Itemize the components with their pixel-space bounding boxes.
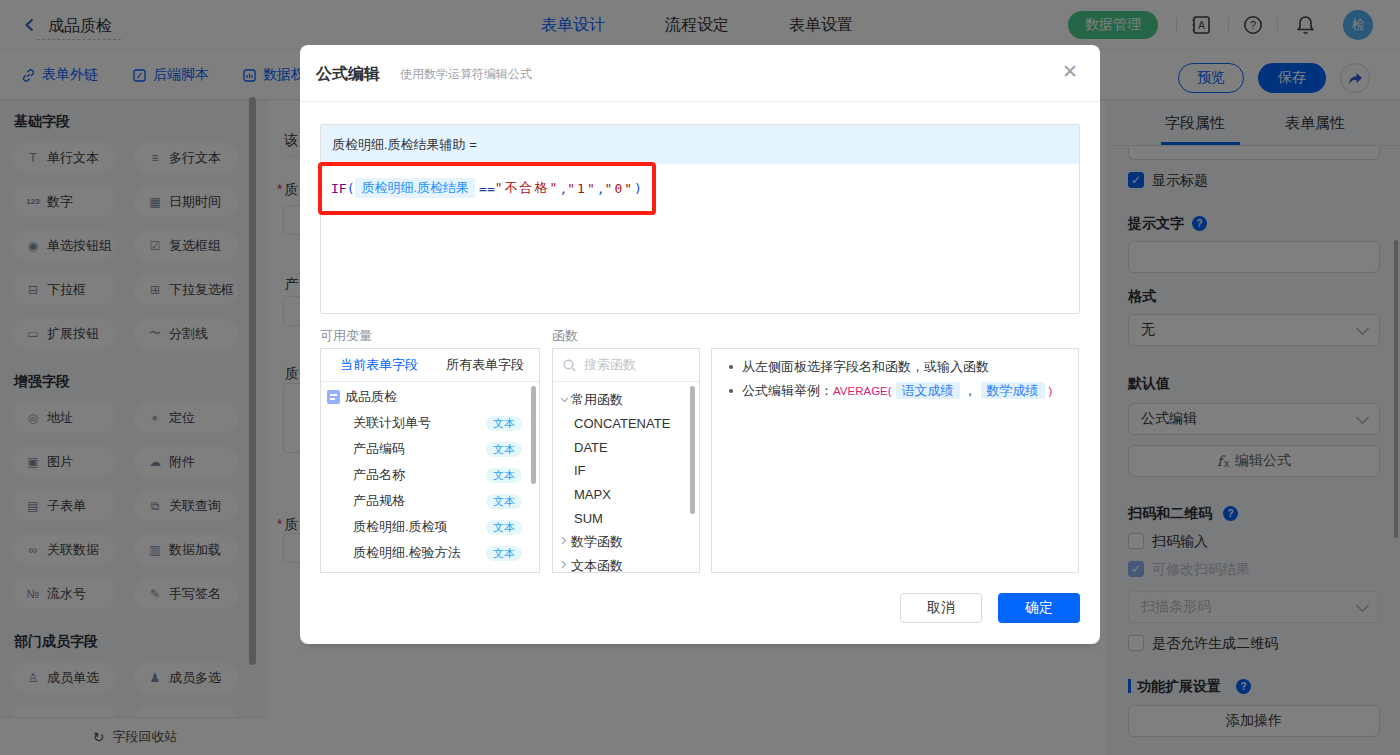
bullet [729,365,733,369]
function-group[interactable]: 文本函数 [553,554,699,578]
field-type-badge: 文本 [486,442,522,457]
tree-field[interactable]: 产品编码文本 [321,436,539,462]
function-search[interactable]: 搜索函数 [553,349,699,382]
variables-tab-1[interactable]: 当前表单字段 [340,356,418,374]
bullet [729,389,733,393]
formula-target: 质检明细.质检结果辅助 = [321,125,1079,164]
tree-root[interactable]: 成品质检 [321,384,539,410]
form-icon [327,390,340,404]
confirm-button[interactable]: 确定 [998,593,1080,623]
tree-field[interactable]: 质检明细.质检项文本 [321,514,539,540]
search-icon [563,359,576,372]
functions-scrollbar[interactable] [690,386,695,514]
chevron-right-icon [557,536,571,547]
search-placeholder: 搜索函数 [584,356,636,374]
tree-field[interactable]: 关联计划单号文本 [321,410,539,436]
annotation-highlight [318,162,656,215]
field-type-badge: 文本 [486,416,522,431]
cancel-button[interactable]: 取消 [900,593,982,623]
chevron-down-icon [557,394,571,405]
variables-scrollbar[interactable] [531,386,536,484]
function-item[interactable]: MAPX [553,483,699,507]
function-item[interactable]: SUM [553,506,699,530]
variables-tabs: 当前表单字段 所有表单字段 [321,349,539,382]
dialog-subtitle: 使用数学运算符编辑公式 [400,66,532,83]
field-type-badge: 文本 [486,494,522,509]
formula-help-panel: 从左侧面板选择字段名和函数，或输入函数公式编辑举例：AVERAGE(语文成绩，数… [711,348,1079,573]
functions-panel: 搜索函数 常用函数CONCATENATEDATEIFMAPXSUM数学函数文本函… [552,348,700,573]
field-type-badge: 文本 [486,546,522,561]
formula-editor: 质检明细.质检结果辅助 = IF(质检明细.质检结果=="不合格","1","0… [320,124,1080,314]
functions-label: 函数 [552,327,578,345]
function-item[interactable]: DATE [553,435,699,459]
help-tip: 公式编辑举例：AVERAGE(语文成绩，数学成绩) [722,381,1064,401]
help-tip: 从左侧面板选择字段名和函数，或输入函数 [722,357,1064,377]
formula-edit-dialog: 公式编辑 使用数学运算符编辑公式 ✕ 质检明细.质检结果辅助 = IF(质检明细… [300,45,1100,644]
function-group[interactable]: 数学函数 [553,530,699,554]
dialog-header: 公式编辑 使用数学运算符编辑公式 ✕ [300,45,1100,102]
close-icon[interactable]: ✕ [1060,62,1080,82]
tree-field[interactable]: 质检明细.检验方法文本 [321,540,539,566]
field-type-badge: 文本 [486,468,522,483]
variables-panel: 当前表单字段 所有表单字段 成品质检关联计划单号文本产品编码文本产品名称文本产品规… [320,348,540,573]
tree-field[interactable]: 产品规格文本 [321,488,539,514]
dialog-title: 公式编辑 [316,64,380,85]
function-group[interactable]: 常用函数 [553,388,699,412]
function-item[interactable]: IF [553,459,699,483]
chevron-right-icon [557,560,571,571]
function-item[interactable]: CONCATENATE [553,412,699,436]
variables-tab-2[interactable]: 所有表单字段 [446,356,524,374]
field-type-badge: 文本 [486,520,522,535]
tree-field[interactable]: 产品名称文本 [321,462,539,488]
variables-label: 可用变量 [320,327,372,345]
